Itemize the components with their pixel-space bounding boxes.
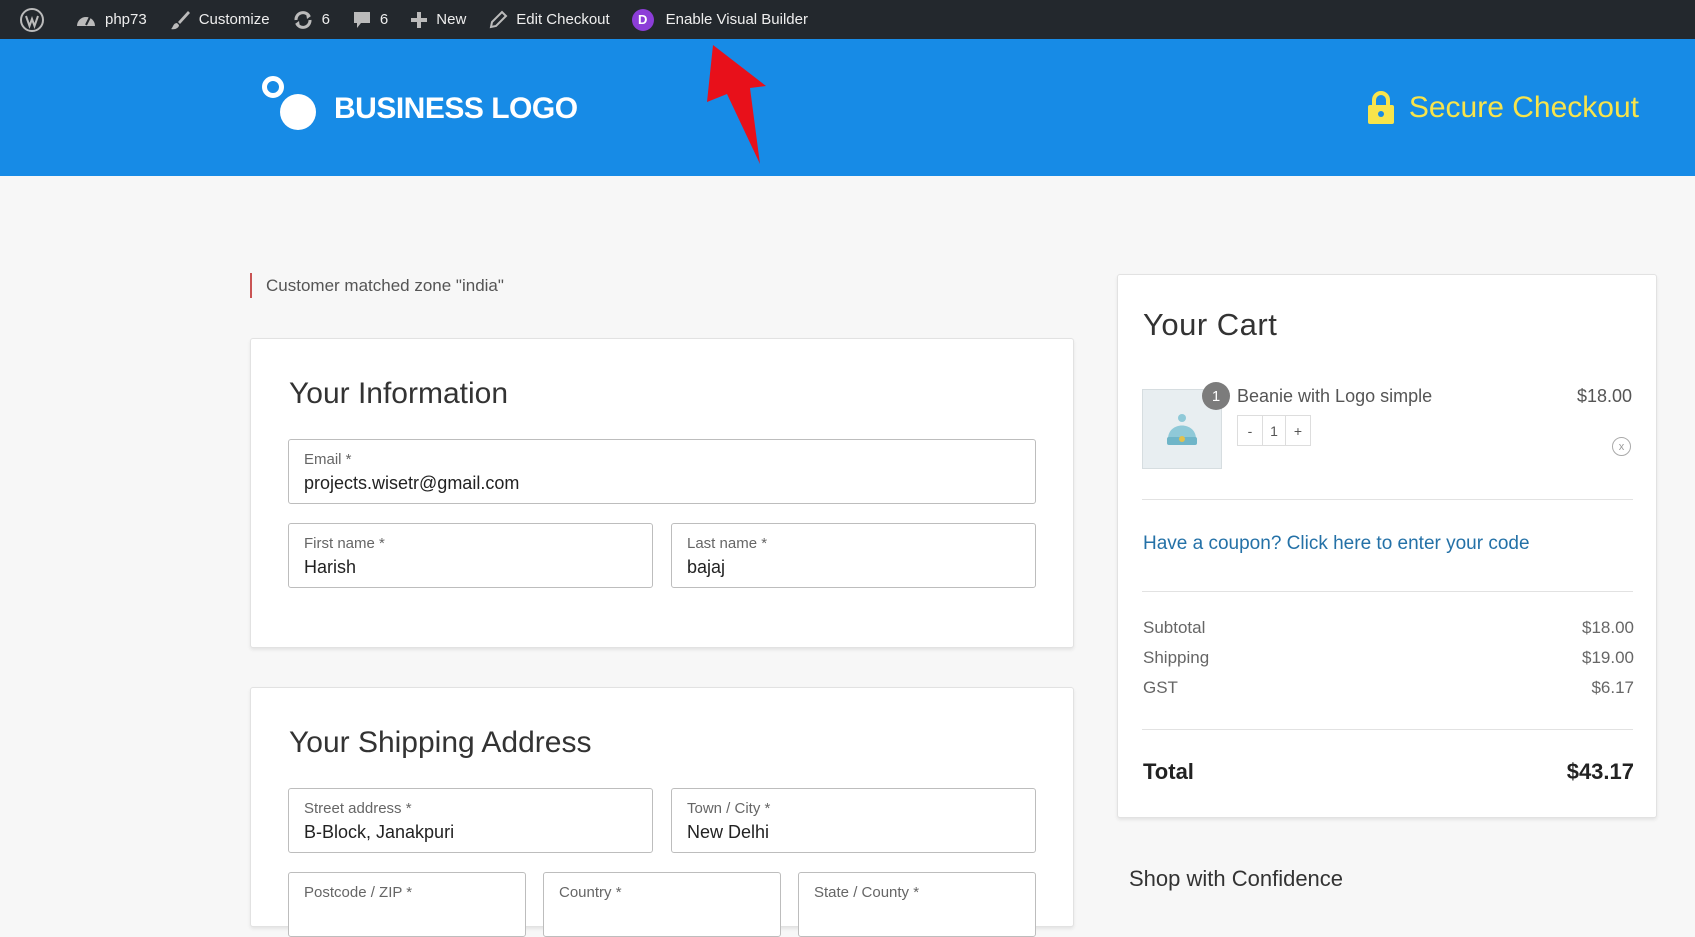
site-header: BUSINESS LOGO Secure Checkout [0,39,1695,176]
zone-notice: Customer matched zone "india" [250,273,504,298]
beanie-icon [1167,414,1197,445]
updates-icon [294,10,312,29]
postcode-field[interactable]: Postcode / ZIP * [288,872,526,937]
last-name-value: bajaj [687,557,726,577]
divider [1142,499,1633,500]
wordpress-logo-button[interactable] [8,0,64,39]
plus-icon [411,11,428,28]
dashboard-icon [77,16,95,26]
decrease-quantity-button[interactable]: - [1238,416,1262,445]
comments-count: 6 [379,11,389,28]
new-label: New [436,11,467,28]
edit-checkout-button[interactable]: Edit Checkout [477,0,620,39]
your-cart-section: Your Cart 1 Beanie with Logo simple $18.… [1117,274,1657,818]
site-name: php73 [105,11,147,28]
state-label: State / County * [814,884,920,901]
email-field[interactable]: Email * projects.wisetr@gmail.com [288,439,1036,504]
product-name: Beanie with Logo simple [1237,386,1433,406]
paintbrush-icon [170,10,190,29]
email-label: Email * [304,451,352,468]
red-arrow-annotation [707,45,766,164]
last-name-field[interactable]: Last name * bajaj [671,523,1036,588]
your-information-section: Your Information Email * projects.wisetr… [250,338,1074,648]
city-value: New Delhi [687,822,770,842]
subtotal-value: $18.00 [1582,618,1634,637]
updates-count: 6 [321,11,330,28]
edit-label: Edit Checkout [516,11,610,28]
customize-button[interactable]: Customize [158,0,281,39]
section-title: Your Shipping Address [289,726,592,759]
street-address-field[interactable]: Street address * B-Block, Janakpuri [288,788,653,853]
divi-icon: D [631,8,654,31]
product-price: $18.00 [1576,386,1632,406]
shop-with-confidence-heading: Shop with Confidence [1129,866,1344,891]
visual-builder-label: Enable Visual Builder [665,11,808,28]
country-label: Country * [559,884,622,901]
coupon-link[interactable]: Have a coupon? Click here to enter your … [1143,533,1530,555]
admin-bar: php73 Customize 6 6 New Edit Checkout D … [0,0,1695,39]
site-name-menu[interactable]: php73 [64,0,158,39]
divider [1142,729,1633,730]
logo-mark-icon [262,76,320,134]
pencil-icon [490,10,508,28]
subtotal-label: Subtotal [1143,618,1206,637]
total-value: $43.17 [1566,759,1634,784]
postcode-label: Postcode / ZIP * [304,884,413,901]
business-logo[interactable]: BUSINESS LOGO [262,76,578,134]
last-name-label: Last name * [687,535,768,552]
first-name-value: Harish [304,557,357,577]
secure-checkout-badge: Secure Checkout [1367,91,1639,125]
gst-label: GST [1143,678,1178,697]
updates-button[interactable]: 6 [281,0,341,39]
wordpress-icon [20,7,44,32]
total-label: Total [1143,759,1194,784]
shipping-label: Shipping [1143,648,1210,667]
quantity-stepper: - 1 + [1237,415,1311,446]
remove-item-icon[interactable]: x [1612,437,1631,456]
quantity-input[interactable]: 1 [1262,416,1286,445]
enable-visual-builder-button[interactable]: D Enable Visual Builder [621,0,819,39]
shipping-row: Shipping $19.00 [1143,648,1634,668]
shipping-address-section: Your Shipping Address Street address * B… [250,687,1074,937]
comments-button[interactable]: 6 [341,0,399,39]
quantity-badge: 1 [1202,382,1230,410]
state-select[interactable]: State / County * [798,872,1036,937]
country-select[interactable]: Country * [543,872,781,937]
logo-text: BUSINESS LOGO [334,92,578,125]
gst-value: $6.17 [1591,678,1634,697]
new-content-button[interactable]: New [399,0,477,39]
subtotal-row: Subtotal $18.00 [1143,618,1634,638]
customize-label: Customize [198,11,270,28]
first-name-field[interactable]: First name * Harish [288,523,653,588]
cart-title: Your Cart [1143,307,1278,342]
gst-row: GST $6.17 [1143,678,1634,698]
first-name-label: First name * [304,535,385,552]
comment-icon [353,11,370,28]
city-label: Town / City * [687,800,771,817]
shipping-value: $19.00 [1582,648,1634,667]
divider [1142,591,1633,592]
email-value: projects.wisetr@gmail.com [304,473,520,493]
street-label: Street address * [304,800,412,817]
section-title: Your Information [289,377,509,410]
lock-icon [1367,91,1394,124]
increase-quantity-button[interactable]: + [1286,416,1310,445]
secure-checkout-label: Secure Checkout [1408,91,1639,124]
total-row: Total $43.17 [1143,759,1634,785]
city-field[interactable]: Town / City * New Delhi [671,788,1036,853]
street-value: B-Block, Janakpuri [304,822,455,842]
